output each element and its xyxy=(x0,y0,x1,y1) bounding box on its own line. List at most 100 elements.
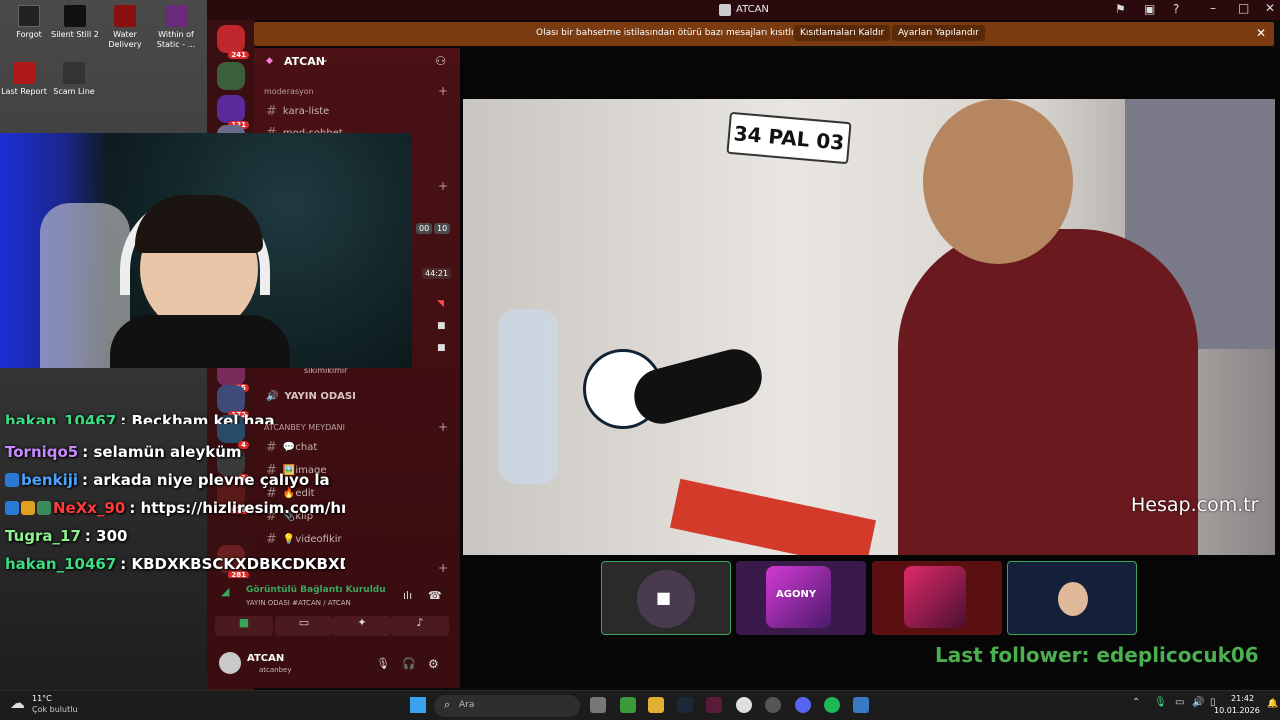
person-head xyxy=(923,99,1073,264)
prime-badge-icon xyxy=(5,501,19,515)
participant-thumb-agony[interactable]: AGONY xyxy=(736,561,866,635)
desktop-icon-scam-line[interactable]: Scam Line xyxy=(45,62,103,97)
settings-icon[interactable]: ⚙ xyxy=(428,657,439,671)
banner-text: Olası bir bahsetme istilasından ötürü ba… xyxy=(536,28,819,38)
steam-icon[interactable] xyxy=(677,697,693,713)
app-icon[interactable] xyxy=(706,697,722,713)
participant-thumb-camera[interactable] xyxy=(1007,561,1137,635)
participant-thumb[interactable] xyxy=(872,561,1002,635)
close-button[interactable]: ✕ xyxy=(1265,1,1275,15)
help-icon[interactable]: ? xyxy=(1173,2,1179,16)
last-follower-overlay: Last follower: edeplicocuk06 xyxy=(935,643,1259,667)
chat-message: Torniqo5: selamün aleyküm xyxy=(5,443,242,461)
app-icon xyxy=(18,5,40,27)
remove-restrictions-button[interactable]: Kısıtlamaları Kaldır xyxy=(794,25,891,41)
guild-name[interactable]: ATCAN xyxy=(284,55,325,68)
chrome-icon[interactable] xyxy=(736,697,752,713)
app-icon xyxy=(165,5,187,27)
screen-share-button[interactable]: ▭ xyxy=(275,616,333,636)
app-icon xyxy=(114,5,136,27)
microphone-icon[interactable]: 🎙 xyxy=(1154,697,1167,708)
speaker-icon: 🔊 xyxy=(266,391,279,402)
screen-icon[interactable]: ▣ xyxy=(1144,2,1155,16)
title-bar: ATCAN ⚑ ▣ ? – □ ✕ xyxy=(207,0,1280,20)
chat-message: benkiji: arkada niye plevne çalıyo la xyxy=(5,471,330,489)
soundboard-button[interactable]: ♪ xyxy=(391,616,449,636)
add-channel-icon[interactable]: + xyxy=(438,420,448,434)
close-icon[interactable]: ✕ xyxy=(1256,26,1266,40)
desktop-icon-water-delivery[interactable]: Water Delivery xyxy=(96,5,154,50)
search-icon: ⌕ xyxy=(444,698,451,711)
add-channel-icon[interactable]: + xyxy=(438,84,448,98)
stream-chat: hakan_10467: Beckham kel haa Torniqo5: s… xyxy=(0,410,345,580)
server-icon[interactable] xyxy=(217,62,245,90)
live-duration: 44:21 xyxy=(422,268,452,279)
chat-message: hakan_10467: KBDXKBSCKXDBKCDKBXDKB xyxy=(5,555,345,573)
server-boost-icon: ◆ xyxy=(266,56,273,66)
add-channel-icon[interactable]: + xyxy=(438,561,448,575)
minimize-button[interactable]: – xyxy=(1210,1,1216,15)
search-box[interactable]: ⌕ Ara xyxy=(434,695,580,717)
discord-icon[interactable] xyxy=(795,697,811,713)
weather-temp[interactable]: 11°C xyxy=(32,694,52,703)
timer-badge: 00 xyxy=(416,223,433,234)
add-channel-icon[interactable]: + xyxy=(438,179,448,193)
noise-suppression-icon[interactable]: ılı xyxy=(403,589,412,602)
notification-icon[interactable]: 🔔 xyxy=(1267,699,1278,709)
chevron-down-icon[interactable]: ⌄ xyxy=(321,55,329,65)
volume-icon[interactable]: 🔊 xyxy=(1192,697,1204,708)
microphone-icon[interactable]: 🎙 xyxy=(376,657,390,670)
weather-desc[interactable]: Çok bulutlu xyxy=(32,705,78,714)
invite-icon[interactable]: ⚇ xyxy=(435,54,446,68)
avatar[interactable] xyxy=(219,652,241,674)
watermark-logo: Hesap.com.tr xyxy=(1131,494,1259,516)
voice-channel-yayin-odasi[interactable]: 🔊 YAYIN ODASI xyxy=(266,391,356,402)
streamer-webcam xyxy=(0,133,412,368)
inbox-icon[interactable]: ⚑ xyxy=(1115,2,1126,16)
voice-panel: ◢ Görüntülü Bağlantı Kuruldu YAYIN ODASI… xyxy=(207,578,460,688)
participant-thumb-camera-off[interactable]: ■ xyxy=(601,561,731,635)
disconnect-icon[interactable]: ☎ xyxy=(428,589,442,602)
minecraft-icon[interactable] xyxy=(620,697,636,713)
app-icon[interactable] xyxy=(765,697,781,713)
camera-icon: ■ xyxy=(437,321,446,331)
task-view-icon[interactable] xyxy=(590,697,606,713)
configure-settings-button[interactable]: Ayarları Yapılandır xyxy=(892,25,985,41)
start-button[interactable] xyxy=(410,697,426,713)
camera-icon: ■ xyxy=(437,343,446,353)
main-video-stream[interactable]: 34 PAL 03 Hesap.com.tr xyxy=(463,99,1275,555)
app-icon xyxy=(13,62,35,84)
category-moderasyon[interactable]: moderasyon xyxy=(264,87,314,96)
app-icon xyxy=(64,5,86,27)
window-title: ATCAN xyxy=(736,4,769,15)
sub-badge-icon xyxy=(21,501,35,515)
muted-icon: ◥ xyxy=(437,299,444,309)
app-icon[interactable] xyxy=(853,697,869,713)
voice-status-title[interactable]: Görüntülü Bağlantı Kuruldu xyxy=(246,585,386,595)
server-icon[interactable]: 172 xyxy=(217,385,249,419)
maximize-button[interactable]: □ xyxy=(1238,1,1249,15)
username[interactable]: ATCAN xyxy=(247,653,284,664)
clock-date[interactable]: 10.01.2026 xyxy=(1214,706,1260,715)
activities-button[interactable]: ✦ xyxy=(333,616,391,636)
weather-icon[interactable]: ☁ xyxy=(10,694,25,712)
tray-chevron-icon[interactable]: ⌃ xyxy=(1132,697,1140,708)
participant-face xyxy=(1058,582,1088,616)
streamer-hair xyxy=(135,195,263,253)
avatar-text: AGONY xyxy=(776,589,817,600)
spotify-icon[interactable] xyxy=(824,697,840,713)
direct-messages-icon[interactable]: 241 xyxy=(217,25,249,59)
file-explorer-icon[interactable] xyxy=(648,697,664,713)
server-icon[interactable]: 121 xyxy=(217,95,249,129)
voice-status-subtitle[interactable]: YAYIN ODASI #ATCAN / ATCAN xyxy=(246,599,351,607)
server-icon xyxy=(719,4,731,16)
clock-time[interactable]: 21:42 xyxy=(1231,694,1254,703)
desktop-icon-within-static[interactable]: Within of Static - ... xyxy=(147,5,205,50)
channel-kara-liste[interactable]: # kara-liste xyxy=(266,104,329,119)
user-status: atcanbey xyxy=(259,666,292,674)
network-icon[interactable]: ▭ xyxy=(1175,697,1184,708)
video-button[interactable]: ■ xyxy=(215,616,273,636)
headphones-icon[interactable]: 🎧 xyxy=(402,657,416,670)
restriction-banner: Olası bir bahsetme istilasından ötürü ba… xyxy=(254,22,1274,46)
streamer-body xyxy=(110,315,290,368)
